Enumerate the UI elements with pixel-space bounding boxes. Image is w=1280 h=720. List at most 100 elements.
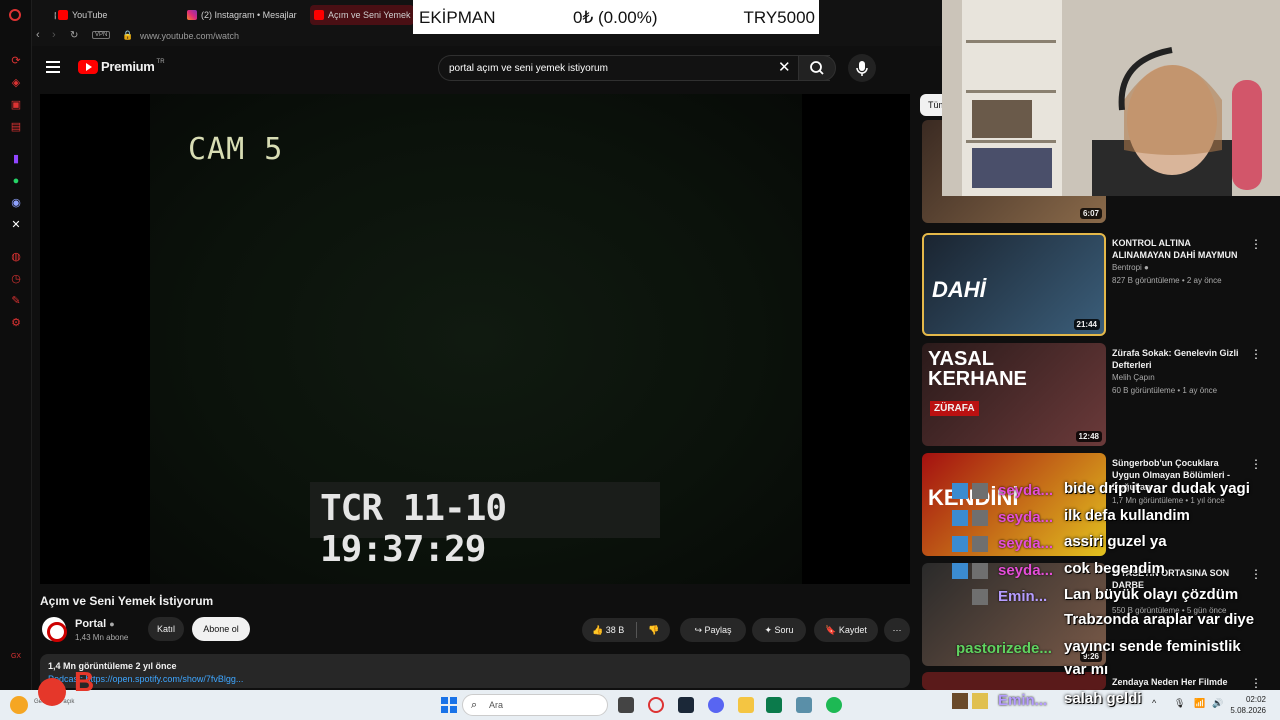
wallet-icon[interactable]: ◈: [9, 76, 23, 90]
taskbar-search-input[interactable]: ⌕ Ara: [462, 694, 608, 716]
tab-grid-icon[interactable]: ▦: [36, 5, 56, 25]
search-button[interactable]: [798, 55, 836, 81]
discord-icon[interactable]: ◉: [9, 196, 23, 210]
gift-icon[interactable]: ▣: [9, 98, 23, 112]
vpn-badge[interactable]: VPN: [92, 31, 111, 39]
timecode-box: TCR 11-10 19:37:29: [310, 482, 660, 570]
search-icon: [810, 61, 824, 75]
chat-badge-icon: [952, 483, 968, 499]
stream-chat: seyda... bide drip it var dudak yagi seyd…: [948, 476, 1280, 706]
tab-youtube[interactable]: YouTube: [54, 5, 172, 25]
chat-message: var mı: [1064, 661, 1109, 678]
chat-message: Emin... salah geldi: [948, 688, 1280, 714]
steam-icon[interactable]: [678, 697, 694, 713]
back-icon[interactable]: ‹: [36, 29, 40, 41]
chat-message: seyda... cok begendim: [948, 558, 1280, 584]
rec-thumbnail[interactable]: DAHİ 21:44: [922, 233, 1106, 336]
opera-logo-icon[interactable]: [9, 9, 21, 21]
x-icon[interactable]: ✕: [9, 218, 23, 232]
chat-badge-icon: [972, 563, 988, 579]
rec-thumbnail[interactable]: YASAL KERHANE ZÜRAFA 12:48: [922, 343, 1106, 446]
spotify-icon[interactable]: [826, 697, 842, 713]
extensions-icon[interactable]: ✎: [9, 294, 23, 308]
chat-message: seyda... ilk defa kullandim: [948, 505, 1280, 531]
thumbs-up-icon: 👍: [592, 625, 604, 635]
file-explorer-icon[interactable]: [738, 697, 754, 713]
tab-instagram[interactable]: (2) Instagram • Mesajlar: [183, 5, 309, 25]
discord-icon[interactable]: [708, 697, 724, 713]
player-icon[interactable]: ◍: [9, 250, 23, 264]
views-date: 1,4 Mn görüntüleme 2 yıl önce: [48, 661, 177, 671]
opera-gx-icon[interactable]: [648, 697, 664, 713]
chat-badge-icon: [972, 510, 988, 526]
hamburger-menu-icon[interactable]: [46, 61, 60, 73]
video-player[interactable]: CAM 5 TCR 11-10 19:37:29: [40, 94, 910, 584]
chat-message: Emin... Lan büyük olayı çözdüm: [948, 584, 1280, 610]
timecode-label: TCR 11-10 19:37:29: [320, 488, 507, 570]
url-field[interactable]: www.youtube.com/watch: [140, 31, 239, 41]
settings-app-icon[interactable]: [796, 697, 812, 713]
chat-message: seyda... bide drip it var dudak yagi: [948, 478, 1280, 504]
video-title: Açım ve Seni Yemek İstiyorum: [40, 594, 214, 608]
chat-badge-icon: [972, 693, 988, 709]
voice-search-button[interactable]: [848, 54, 876, 82]
cam-label: CAM 5: [188, 132, 284, 167]
chat-badge-icon: [972, 589, 988, 605]
more-options-icon[interactable]: ⋮: [1250, 457, 1262, 471]
join-button[interactable]: Katıl: [148, 617, 184, 641]
like-dislike-group: 👍 38 B 👎: [582, 618, 670, 642]
chat-badge-icon: [952, 510, 968, 526]
share-button[interactable]: ↪ Paylaş: [680, 618, 746, 642]
like-button[interactable]: 👍 38 B: [592, 625, 624, 635]
settings-icon[interactable]: ⚙: [9, 316, 23, 330]
thumbs-down-icon[interactable]: 👎: [648, 618, 659, 642]
share-icon: ↪: [694, 625, 702, 635]
more-options-icon[interactable]: ⋮: [1250, 237, 1262, 251]
chat-badge-icon: [952, 563, 968, 579]
divider: [636, 622, 637, 638]
gx-icon[interactable]: GX: [9, 650, 23, 664]
ask-button[interactable]: ✦ Soru: [752, 618, 806, 642]
music-icon[interactable]: ▤: [9, 120, 23, 134]
lock-icon: 🔒: [122, 30, 134, 40]
webcam-image: [942, 0, 1280, 196]
windows-start-icon[interactable]: [441, 697, 457, 713]
video-frame[interactable]: CAM 5 TCR 11-10 19:37:29: [150, 94, 802, 584]
youtube-premium-logo[interactable]: Premium TR: [78, 59, 165, 74]
twitch-icon[interactable]: ▮: [9, 152, 23, 166]
chat-badge-icon: [972, 536, 988, 552]
rec-item[interactable]: YASAL KERHANE ZÜRAFA 12:48 Zürafa Sokak:…: [920, 343, 1280, 447]
bookmark-icon: 🔖: [825, 625, 837, 635]
save-button[interactable]: 🔖 Kaydet: [814, 618, 878, 642]
chat-message: seyda... assiri guzel ya: [948, 531, 1280, 557]
chat-badge-icon: [952, 536, 968, 552]
browser-sidebar: ⟳ ◈ ▣ ▤ ▮ ● ◉ ✕ ◍ ◷ ✎ ⚙ GX: [0, 0, 32, 690]
subscribe-button[interactable]: Abone ol: [192, 617, 250, 641]
tab-current-video[interactable]: Açım ve Seni Yemek İs: [310, 5, 414, 25]
youtube-header: Premium TR portal açım ve seni yemek ist…: [32, 46, 922, 92]
youtube-play-icon: [78, 59, 98, 74]
channel-avatar[interactable]: [42, 617, 67, 642]
more-options-icon[interactable]: ⋮: [1250, 347, 1262, 361]
channel-name[interactable]: Portal ●: [75, 618, 115, 630]
notification-dot: [38, 678, 66, 706]
verified-icon: ●: [1144, 263, 1149, 272]
description-box[interactable]: 1,4 Mn görüntüleme 2 yıl önce Podcast: h…: [40, 654, 910, 688]
b-logo-overlay: B: [74, 666, 95, 697]
verified-icon: ●: [109, 619, 115, 629]
rec-item[interactable]: DAHİ 21:44 KONTROL ALTINA ALINAMAYAN DAH…: [920, 233, 1280, 337]
reload-icon[interactable]: ↻: [70, 30, 78, 41]
history-icon[interactable]: ◷: [9, 272, 23, 286]
weather-icon[interactable]: [10, 696, 28, 714]
whatsapp-icon[interactable]: ●: [9, 174, 23, 188]
task-view-icon[interactable]: [618, 697, 634, 713]
app-icon[interactable]: [766, 697, 782, 713]
refresh-icon[interactable]: ⟳: [9, 54, 23, 68]
clear-search-icon[interactable]: ✕: [778, 58, 791, 76]
more-actions-icon[interactable]: ⋯: [884, 618, 910, 642]
chat-message: Trabzonda araplar var diye: [1064, 611, 1255, 628]
youtube-favicon-icon: [314, 10, 324, 20]
search-input[interactable]: portal açım ve seni yemek istiyorum: [438, 55, 830, 81]
search-icon: ⌕: [471, 699, 478, 711]
forward-icon[interactable]: ›: [52, 29, 56, 41]
